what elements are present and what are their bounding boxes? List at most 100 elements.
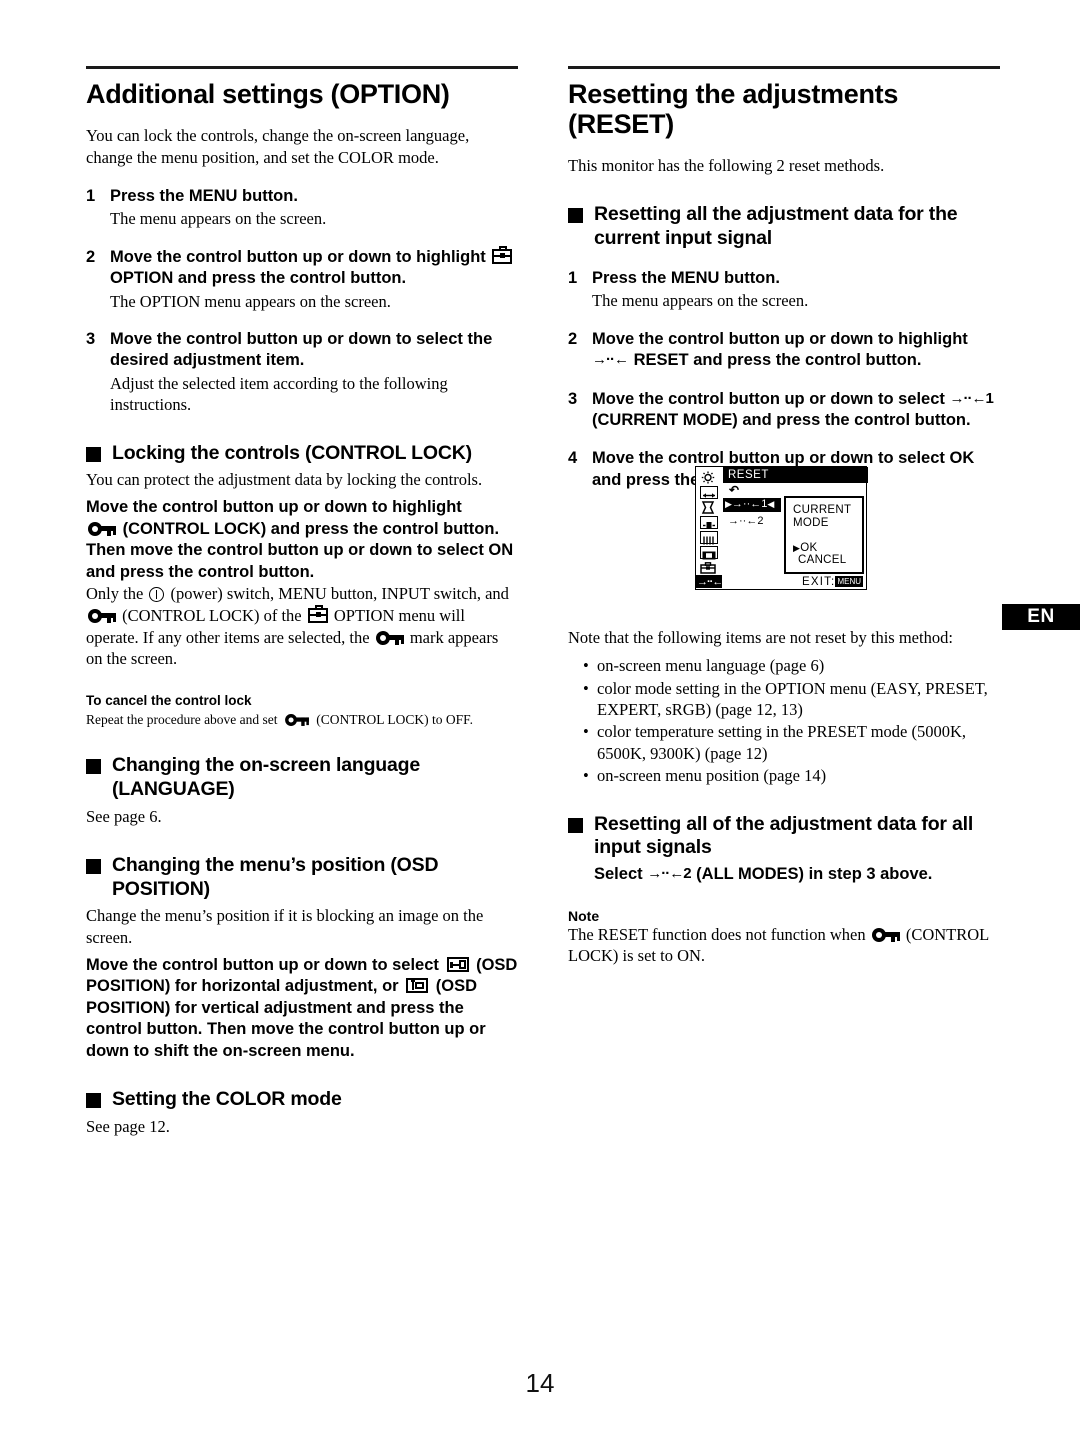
menu-button-badge: MENU: [835, 576, 863, 587]
step-number: 3: [568, 389, 578, 408]
color-mode-body: See page 12.: [86, 1116, 170, 1136]
step-number: 4: [568, 449, 578, 468]
step-2-option: 2 Move the control button up or down to …: [86, 245, 518, 312]
control-lock-key-icon: [88, 521, 116, 536]
panel-title-line1: CURRENT: [793, 504, 852, 516]
osd-exit-hint: EXIT: MENU: [802, 576, 863, 588]
list-item: color temperature setting in the PRESET …: [583, 721, 1000, 764]
cancel-lock-body: Repeat the procedure above and set (CONT…: [86, 711, 518, 729]
osd-menu-item-all-modes[interactable]: →··←2: [728, 515, 763, 528]
step-title-post: OPTION and press the control button.: [110, 269, 407, 288]
step-title: Press the MENU button.: [110, 186, 298, 205]
instr-line-2: (CONTROL LOCK) and press the control but…: [86, 519, 514, 581]
reset-all-instruction: Select →··←2 (ALL MODES) in step 3 above…: [594, 864, 1000, 885]
step-title-pre: Move the control button up or down to hi…: [592, 329, 968, 348]
detail-c: (CONTROL LOCK) of the: [122, 605, 302, 625]
intro-paragraph-left: You can lock the controls, change the on…: [86, 126, 470, 167]
step-title-pre: Move the control button up or down to se…: [592, 389, 945, 408]
list-item: on-screen menu language (page 6): [583, 655, 1000, 677]
toolbox-icon: [492, 245, 513, 264]
detail-a: Only the: [86, 584, 144, 603]
section-title: Resetting all of the adjustment data for…: [594, 812, 974, 859]
section-heading-reset-all: Resetting all of the adjustment data for…: [568, 813, 1000, 861]
header-rule-left: [86, 66, 518, 69]
control-lock-key-icon: [375, 630, 404, 645]
zoom-icon: [700, 546, 718, 560]
osd-ok-label: OK: [800, 542, 818, 554]
cancel-a: Repeat the procedure above and set: [86, 711, 278, 727]
osd-cancel-option[interactable]: CANCEL: [798, 554, 846, 567]
control-lock-key-icon: [88, 608, 116, 623]
instr-pre: Select: [594, 865, 643, 884]
control-lock-key-icon: [871, 927, 900, 942]
step-number: 2: [86, 247, 96, 266]
manual-page: Additional settings (OPTION) You can loc…: [0, 0, 1080, 1441]
rotation-icon: [700, 516, 718, 529]
page-number: 14: [525, 1368, 555, 1398]
osd-row1-label: →··←1: [731, 498, 768, 510]
section-heading-osd-position: Changing the menu’s position (OSD POSITI…: [86, 854, 518, 902]
step-description: The OPTION menu appears on the screen.: [110, 291, 391, 311]
square-bullet-icon: [86, 759, 101, 775]
osd-menu-item-current-mode[interactable]: ▶→··←1◀: [723, 498, 781, 512]
step-title-post: RESET and press the control button.: [633, 351, 922, 370]
step-3-option: 3 Move the control button up or down to …: [86, 329, 518, 416]
step-3-reset: 3 Move the control button up or down to …: [568, 389, 1000, 432]
osd-menu-diagram: →··← RESET ↶ ▶→··←1◀ →··←2 CURRENT MODE …: [695, 466, 868, 590]
step-1-option: 1 Press the MENU button. The menu appear…: [86, 186, 518, 230]
header-rule-right: [568, 66, 1000, 69]
panel-title-line2: MODE: [793, 516, 829, 529]
list-item: color mode setting in the OPTION menu (E…: [583, 678, 1000, 721]
intro-paragraph-right: This monitor has the following 2 reset m…: [568, 156, 885, 176]
step-description: The menu appears on the screen.: [592, 291, 809, 311]
control-lock-paragraph: You can protect the adjustment data by l…: [86, 470, 483, 490]
section-heading-language: Changing the on-screen language (LANGUAG…: [86, 754, 518, 802]
instr-a: Move the control button up or down to se…: [86, 955, 439, 974]
osd-sidebar: →··←: [696, 467, 723, 589]
cancel-lock-heading: To cancel the control lock: [86, 693, 252, 709]
step-2-reset: 2 Move the control button up or down to …: [568, 329, 1000, 372]
reset-note-intro: Note that the following items are not re…: [568, 628, 953, 648]
step-title: Move the control button up or down to se…: [110, 329, 493, 370]
page-title-right: Resetting the adjustments (RESET): [568, 79, 899, 140]
square-bullet-icon: [86, 446, 101, 462]
step-title: Move the control button up or down to hi…: [110, 245, 518, 290]
section-title: Resetting all the adjustment data for th…: [594, 203, 958, 250]
osd-position-vertical-icon: [406, 978, 429, 994]
section-heading-control-lock: Locking the controls (CONTROL LOCK): [86, 442, 518, 466]
reset-icon: →··←: [696, 575, 723, 588]
step-title: Press the MENU button.: [592, 268, 780, 287]
pincushion-icon: [700, 501, 718, 514]
osd-position-horizontal-icon: [446, 956, 469, 972]
section-title: Setting the COLOR mode: [112, 1088, 342, 1111]
power-icon: [149, 587, 165, 602]
section-title: Locking the controls (CONTROL LOCK): [112, 441, 472, 464]
step-title-pre: Move the control button up or down to hi…: [110, 247, 486, 266]
osd-title-bar: RESET: [723, 467, 868, 483]
control-lock-instructions: Move the control button up or down to hi…: [86, 497, 518, 583]
step-description: The menu appears on the screen.: [110, 209, 327, 229]
reset-exclusions-list: on-screen menu language (page 6) color m…: [568, 655, 1000, 787]
reset-arrows-icon: →··←: [592, 351, 629, 369]
square-bullet-icon: [86, 858, 101, 874]
section-heading-color-mode: Setting the COLOR mode: [86, 1088, 518, 1112]
control-lock-detail: Only the (power) switch, MENU button, IN…: [86, 583, 518, 670]
osd-position-body: Change the menu’s position if it is bloc…: [86, 906, 484, 948]
osd-confirm-panel: CURRENT MODE ▶OK CANCEL: [784, 496, 864, 574]
osd-return-icon: ↶: [729, 483, 740, 497]
control-lock-key-icon: [285, 713, 309, 726]
step-description: Adjust the selected item according to th…: [110, 373, 448, 415]
square-bullet-icon: [86, 1093, 101, 1109]
note-a: The RESET function does not function whe…: [568, 924, 866, 944]
instr-line-1: Move the control button up or down to hi…: [86, 498, 462, 517]
note-label: Note: [568, 907, 600, 924]
step-1-reset: 1 Press the MENU button. The menu appear…: [568, 268, 1000, 312]
cancel-b: (CONTROL LOCK) to OFF.: [316, 711, 473, 727]
language-body: See page 6.: [86, 806, 162, 826]
detail-b: (power) switch, MENU button, INPUT switc…: [170, 584, 509, 603]
step-number: 2: [568, 329, 578, 348]
brightness-icon: [700, 471, 718, 484]
square-bullet-icon: [568, 208, 583, 224]
list-item: on-screen menu position (page 14): [583, 765, 1000, 787]
step-title: Move the control button up or down to se…: [592, 389, 1000, 432]
